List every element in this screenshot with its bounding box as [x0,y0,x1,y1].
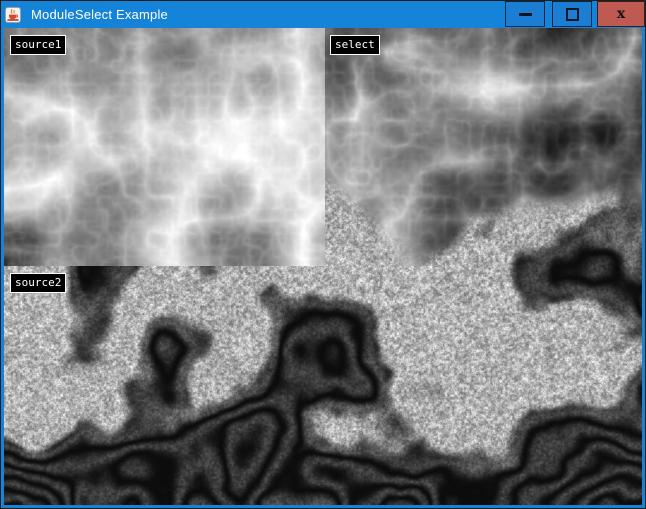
maximize-button[interactable] [552,1,592,27]
source1-image-panel: source1 [4,28,325,266]
close-button[interactable]: x [597,1,645,27]
java-app-icon[interactable] [5,7,21,23]
source1-noise-image [4,28,325,266]
titlebar[interactable]: ModuleSelect Example x [1,1,645,28]
close-icon: x [617,7,625,21]
render-area: select source1 source2 [4,28,642,505]
source2-image-panel: source2 [4,266,642,505]
maximize-icon [566,8,579,21]
select-image-panel: select [325,28,642,266]
select-noise-image [325,28,642,266]
source2-label: source2 [10,273,66,293]
minimize-button[interactable] [505,1,545,27]
select-label: select [330,35,380,55]
window-title: ModuleSelect Example [31,7,168,22]
source1-label: source1 [10,35,66,55]
app-window: ModuleSelect Example x select source1 so… [0,0,646,509]
minimize-icon [519,13,532,16]
source2-noise-image [4,266,642,505]
